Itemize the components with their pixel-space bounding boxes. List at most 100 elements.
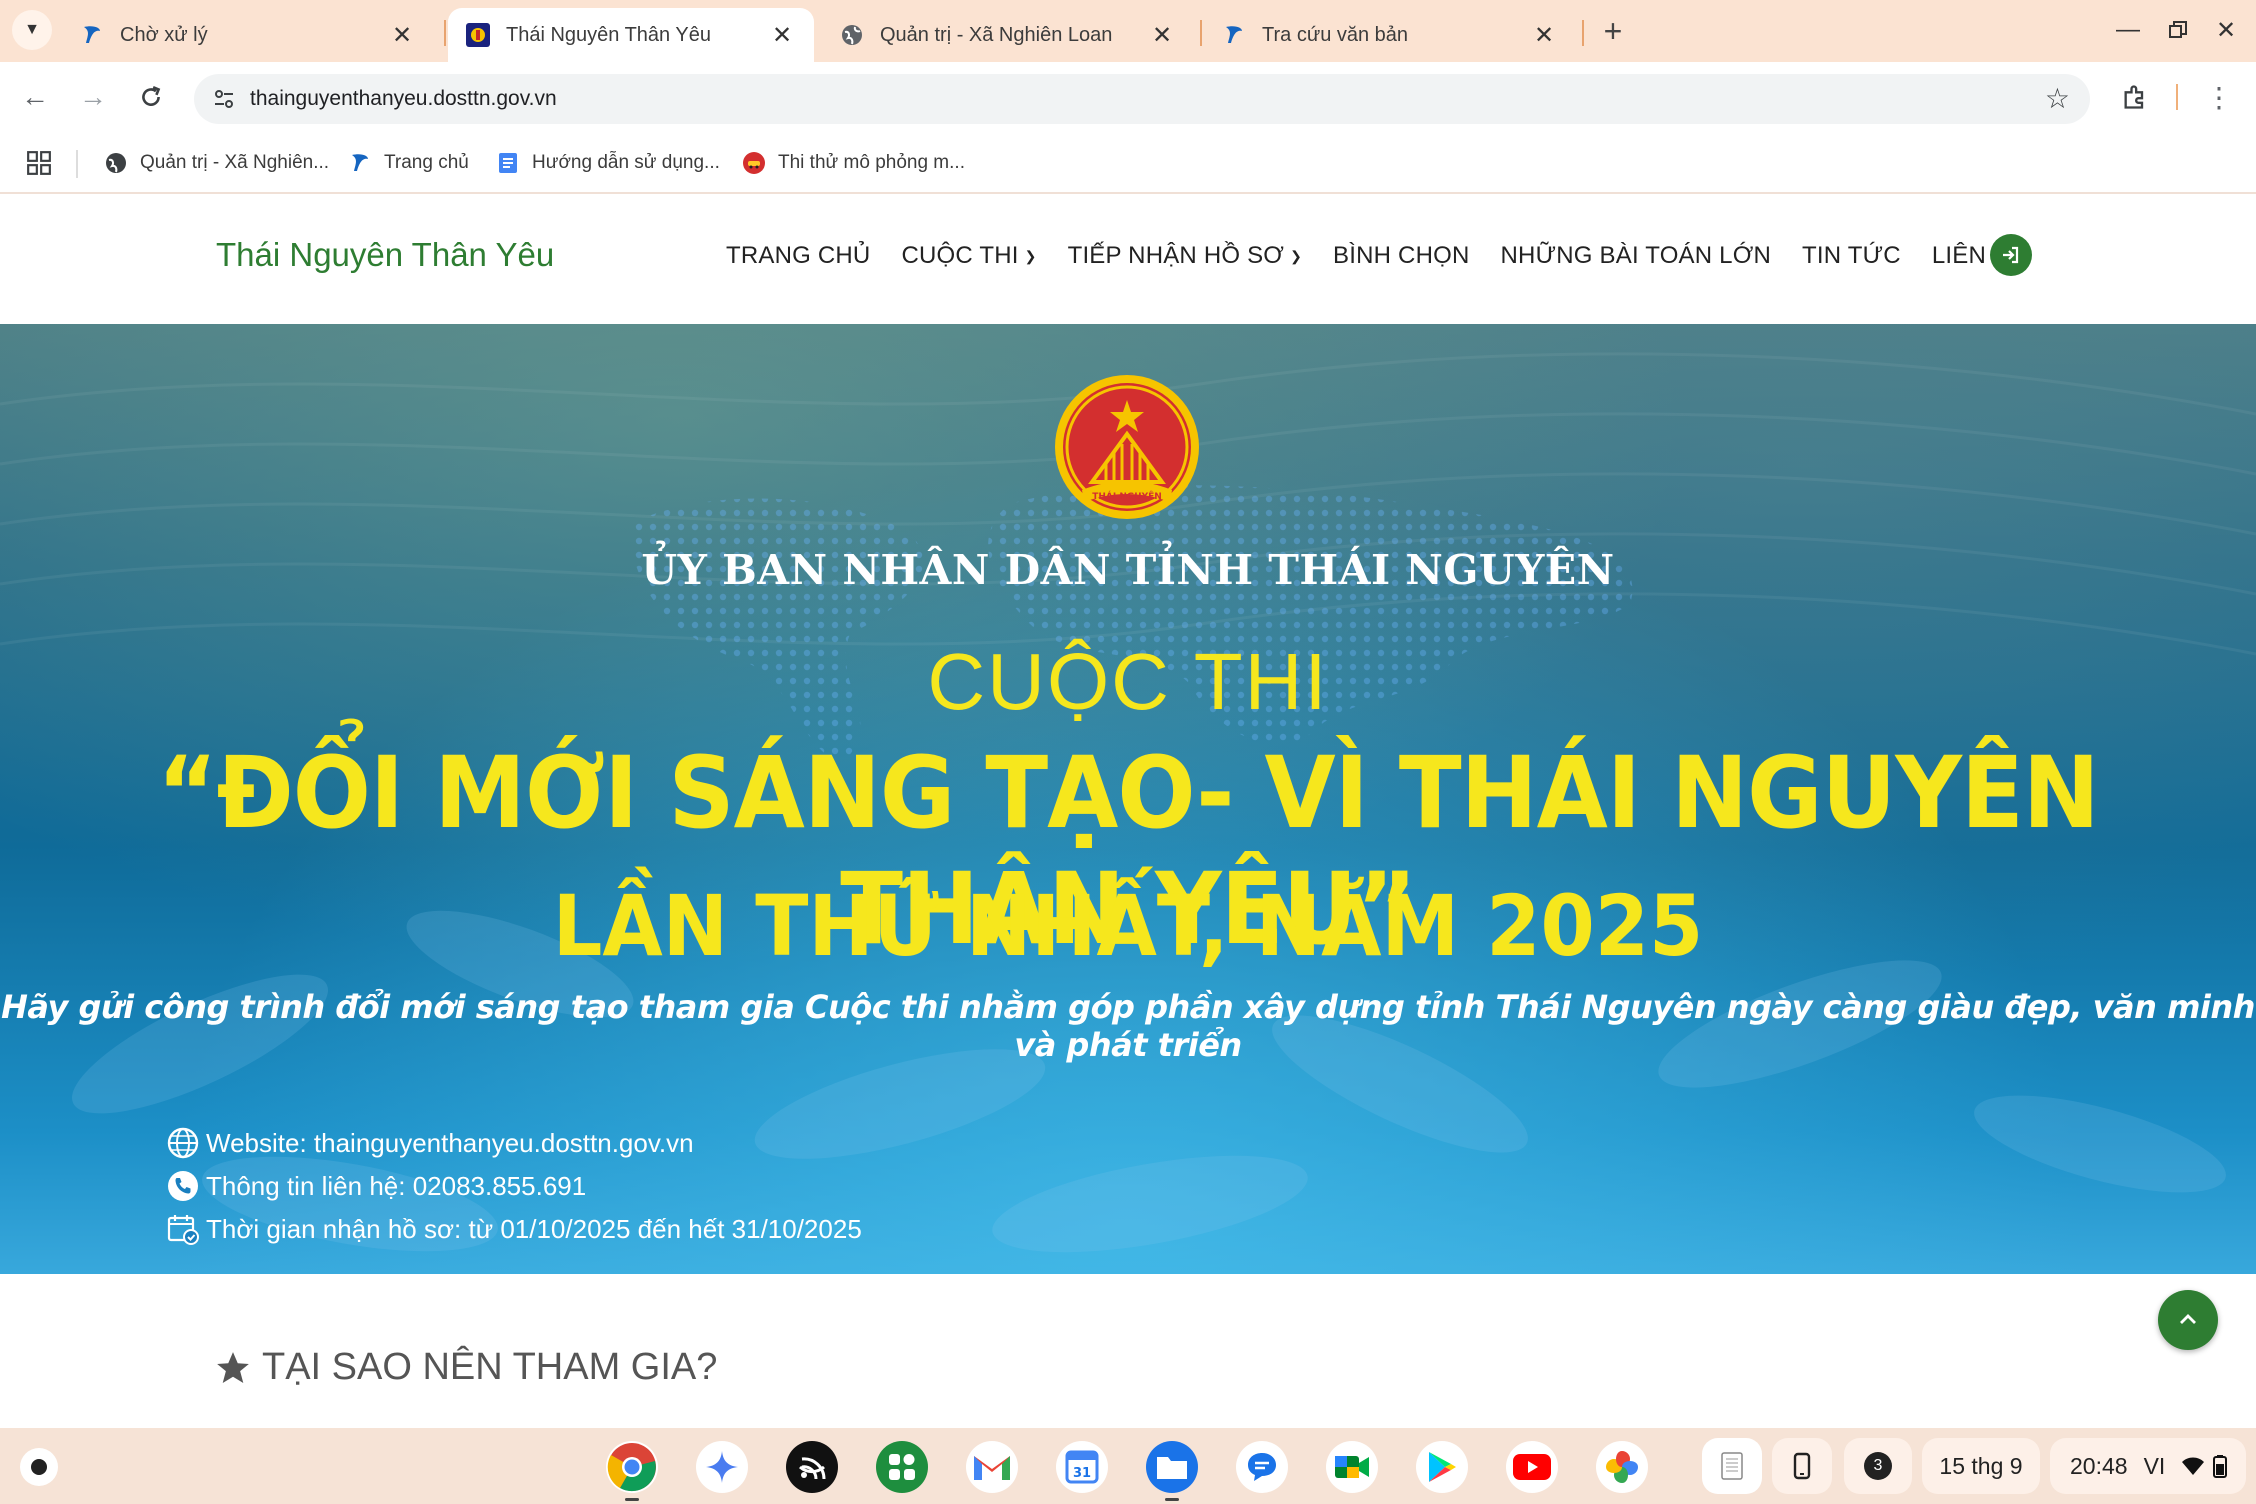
site-settings-icon[interactable] <box>208 83 240 115</box>
messages-app-icon[interactable] <box>1236 1441 1288 1493</box>
close-icon[interactable]: ✕ <box>1530 21 1558 50</box>
bookmark-trang-chu[interactable]: Trang chủ <box>348 144 469 182</box>
close-window-icon[interactable]: ✕ <box>2206 10 2246 50</box>
phone-hub-button[interactable] <box>1772 1438 1832 1494</box>
youtube-app-icon[interactable] <box>1506 1441 1558 1493</box>
close-icon[interactable]: ✕ <box>768 21 796 50</box>
site-logo[interactable]: Thái Nguyên Thân Yêu <box>216 236 554 274</box>
scroll-to-top-button[interactable] <box>2158 1290 2218 1350</box>
url-text[interactable]: thainguyenthanyeu.dosttn.gov.vn <box>250 87 557 111</box>
tab-title: Tra cứu văn bản <box>1262 23 1409 46</box>
calendar-app-icon[interactable]: 31 <box>1056 1441 1108 1493</box>
star-icon <box>217 1351 249 1383</box>
forward-arrow-icon[interactable]: → <box>70 74 116 120</box>
provincial-emblem: THÁI NGUYÊN <box>1055 375 1199 519</box>
hero-heading: CUỘC THI <box>927 637 1329 726</box>
tab-title: Quản trị - Xã Nghiên Loan <box>880 23 1113 46</box>
site-favicon-icon <box>466 23 490 47</box>
menu-item-trang-chu[interactable]: TRANG CHỦ <box>726 242 870 270</box>
podcast-app-icon[interactable] <box>786 1441 838 1493</box>
phone-icon <box>1793 1452 1811 1480</box>
bookmark-huong-dan[interactable]: Hướng dẫn sử dụng... <box>496 144 720 182</box>
tab-title: Chờ xử lý <box>120 23 208 46</box>
tab-quan-tri[interactable]: Quản trị - Xã Nghiên Loan ✕ <box>822 8 1194 62</box>
sign-in-icon <box>2003 246 2019 264</box>
bookmark-label: Thi thử mô phỏng m... <box>778 152 965 173</box>
browser-toolbar: ← → thainguyenthanyeu.dosttn.gov.vn ☆ ⋮ <box>0 62 2256 132</box>
svg-text:THÁI NGUYÊN: THÁI NGUYÊN <box>1092 490 1162 502</box>
organization-name: ỦY BAN NHÂN DÂN TỈNH THÁI NGUYÊN <box>641 546 1615 594</box>
files-app-icon[interactable] <box>1146 1441 1198 1493</box>
chevron-up-icon <box>2180 1314 2196 1324</box>
input-method: VI <box>2143 1452 2166 1479</box>
bookmark-star-icon[interactable]: ☆ <box>2045 82 2070 115</box>
bookmark-label: Quản trị - Xã Nghiên... <box>140 152 330 173</box>
info-period: Thời gian nhận hồ sơ: từ 01/10/2025 đến … <box>166 1212 862 1246</box>
status-tray[interactable]: 20:48 VI <box>2050 1438 2246 1494</box>
extensions-icon[interactable] <box>2112 74 2158 120</box>
bookmark-thi-thu[interactable]: Thi thử mô phỏng m... <box>742 144 965 182</box>
tab-search-button[interactable]: ▼ <box>12 10 52 50</box>
chrome-app-icon[interactable] <box>606 1441 658 1493</box>
address-bar[interactable]: thainguyenthanyeu.dosttn.gov.vn ☆ <box>194 74 2090 124</box>
vnpt-icon <box>1226 26 1242 43</box>
tab-thai-nguyen-than-yeu[interactable]: Thái Nguyên Thân Yêu ✕ <box>448 8 814 62</box>
wifi-icon <box>2182 1457 2205 1475</box>
back-arrow-icon[interactable]: ← <box>12 74 58 120</box>
bookmark-label: Hướng dẫn sử dụng... <box>532 152 720 173</box>
launcher-button[interactable] <box>20 1448 58 1486</box>
calendar-check-icon <box>167 1215 199 1245</box>
restore-icon[interactable] <box>2158 10 2198 50</box>
globe-icon <box>106 153 126 173</box>
meet-app-icon[interactable] <box>1326 1441 1378 1493</box>
docs-icon <box>499 153 517 173</box>
close-icon[interactable]: ✕ <box>1148 21 1176 50</box>
minimize-icon[interactable]: — <box>2108 10 2148 50</box>
vnpt-icon <box>352 154 368 171</box>
menu-item-tiep-nhan-ho-so[interactable]: TIẾP NHẬN HỒ SƠ ❯ <box>1068 242 1302 270</box>
clock-time: 20:48 <box>2070 1452 2128 1479</box>
bookmark-label: Trang chủ <box>384 152 469 173</box>
notification-badge[interactable]: 3 <box>1844 1438 1912 1494</box>
gmail-app-icon[interactable] <box>966 1441 1018 1493</box>
chevron-down-icon: ▼ <box>24 21 40 38</box>
battery-icon <box>2213 1455 2228 1478</box>
site-header: Thái Nguyên Thân Yêu TRANG CHỦ CUỘC THI ❯… <box>0 194 2256 324</box>
svg-text:31: 31 <box>1073 1466 1091 1481</box>
chevron-down-icon: ❯ <box>1024 247 1037 264</box>
new-tab-button[interactable]: + <box>1590 8 1636 54</box>
menu-item-tin-tuc[interactable]: TIN TỨC <box>1802 242 1901 270</box>
globe-icon <box>167 1127 199 1159</box>
section-title: TẠI SAO NÊN THAM GIA? <box>214 1346 717 1389</box>
system-shelf: 31 3 15 thg 9 20:48 VI <box>0 1428 2256 1504</box>
photos-app-icon[interactable] <box>1596 1441 1648 1493</box>
menu-item-cuoc-thi[interactable]: CUỘC THI ❯ <box>901 242 1036 270</box>
bookmark-quan-tri[interactable]: Quản trị - Xã Nghiên... <box>104 144 329 182</box>
workspace-app-icon[interactable] <box>876 1441 928 1493</box>
login-button[interactable] <box>1990 234 2032 276</box>
date-tray[interactable]: 15 thg 9 <box>1922 1438 2040 1494</box>
tab-title: Thái Nguyên Thân Yêu <box>506 23 711 46</box>
apps-grid-icon[interactable] <box>26 144 52 182</box>
holding-space-button[interactable] <box>1702 1438 1762 1494</box>
play-store-app-icon[interactable] <box>1416 1441 1468 1493</box>
car-icon <box>743 152 765 174</box>
main-menu: TRANG CHỦ CUỘC THI ❯ TIẾP NHẬN HỒ SƠ ❯ BÌN… <box>726 242 2027 270</box>
info-contact: Thông tin liên hệ: 02083.855.691 <box>166 1169 586 1203</box>
tab-tra-cuu-van-ban[interactable]: Tra cứu văn bản ✕ <box>1204 8 1576 62</box>
gemini-app-icon[interactable] <box>696 1441 748 1493</box>
info-website: Website: thainguyenthanyeu.dosttn.gov.vn <box>166 1126 694 1160</box>
reload-icon[interactable] <box>128 74 174 120</box>
document-icon <box>1721 1452 1743 1480</box>
bookmarks-bar: Quản trị - Xã Nghiên... Trang chủ Hướng … <box>0 132 2256 194</box>
tab-cho-xu-ly[interactable]: Chờ xử lý ✕ <box>62 8 434 62</box>
globe-icon <box>842 25 862 45</box>
tab-strip: ▼ Chờ xử lý ✕ Thái Nguyên Thân Yêu ✕ Quả… <box>0 0 2256 62</box>
contest-subtitle: LẦN THỨ NHẤT, NĂM 2025 <box>552 878 1704 976</box>
menu-item-binh-chon[interactable]: BÌNH CHỌN <box>1333 242 1469 270</box>
menu-dots-icon[interactable]: ⋮ <box>2196 74 2242 120</box>
hero-banner: THÁI NGUYÊN ỦY BAN NHÂN DÂN TỈNH THÁI NG… <box>0 324 2256 1274</box>
menu-item-nhung-bai-toan-lon[interactable]: NHỮNG BÀI TOÁN LỚN <box>1501 242 1772 270</box>
close-icon[interactable]: ✕ <box>388 21 416 50</box>
chevron-down-icon: ❯ <box>1290 247 1303 264</box>
